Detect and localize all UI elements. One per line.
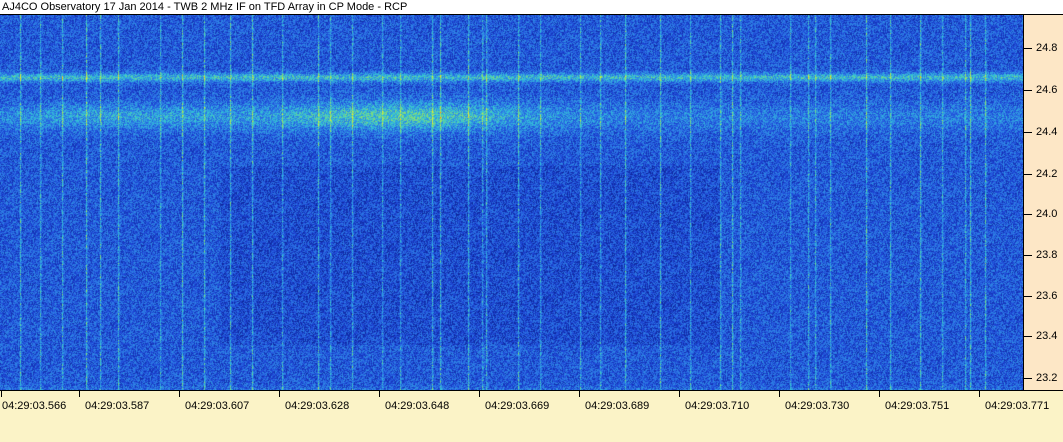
time-label: 04:29:03.689 [585,400,650,412]
frequency-label: 24.4 [1036,126,1058,138]
frequency-label: 23.4 [1036,330,1058,342]
time-tick [479,391,480,397]
window-title: AJ4CO Observatory 17 Jan 2014 - TWB 2 MH… [2,1,408,13]
frequency-label: 24.2 [1036,168,1058,180]
frequency-label: 24.6 [1036,84,1058,96]
frequency-label: 23.8 [1036,249,1058,261]
frequency-label: 23.2 [1036,372,1058,384]
time-tick [279,391,280,397]
time-tick [979,391,980,397]
time-label: 04:29:03.566 [2,400,67,412]
title-bar: AJ4CO Observatory 17 Jan 2014 - TWB 2 MH… [0,0,1063,15]
time-tick [79,391,80,397]
time-label: 04:29:03.730 [785,400,850,412]
time-tick [1,391,2,397]
time-label: 04:29:03.648 [385,400,450,412]
time-tick [879,391,880,397]
frequency-tick [1024,336,1032,337]
time-tick [579,391,580,397]
frequency-tick [1024,174,1032,175]
frequency-tick [1024,48,1032,49]
frequency-label: 23.6 [1036,290,1058,302]
frequency-label: 24.0 [1036,208,1058,220]
frequency-tick [1024,378,1032,379]
time-axis: 04:29:03.566 04:29:03.587 04:29:03.607 04:2… [0,390,1063,442]
time-tick [179,391,180,397]
time-tick [679,391,680,397]
time-tick [779,391,780,397]
frequency-tick [1024,90,1032,91]
frequency-tick [1024,132,1032,133]
frequency-axis: 24.8 24.6 24.4 24.2 24.0 23.8 23.6 23.4 23.2 [1023,15,1063,390]
frequency-label: 24.8 [1036,42,1058,54]
spectrogram-plot[interactable] [0,15,1023,390]
time-label: 04:29:03.751 [885,400,950,412]
time-label: 04:29:03.587 [85,400,150,412]
time-label: 04:29:03.607 [185,400,250,412]
time-label: 04:29:03.669 [485,400,550,412]
time-label: 04:29:03.771 [985,400,1050,412]
frequency-tick [1024,296,1032,297]
time-tick [379,391,380,397]
spectrogram-canvas[interactable] [0,15,1023,390]
frequency-tick [1024,214,1032,215]
time-label: 04:29:03.628 [285,400,350,412]
time-label: 04:29:03.710 [685,400,750,412]
frequency-tick [1024,255,1032,256]
